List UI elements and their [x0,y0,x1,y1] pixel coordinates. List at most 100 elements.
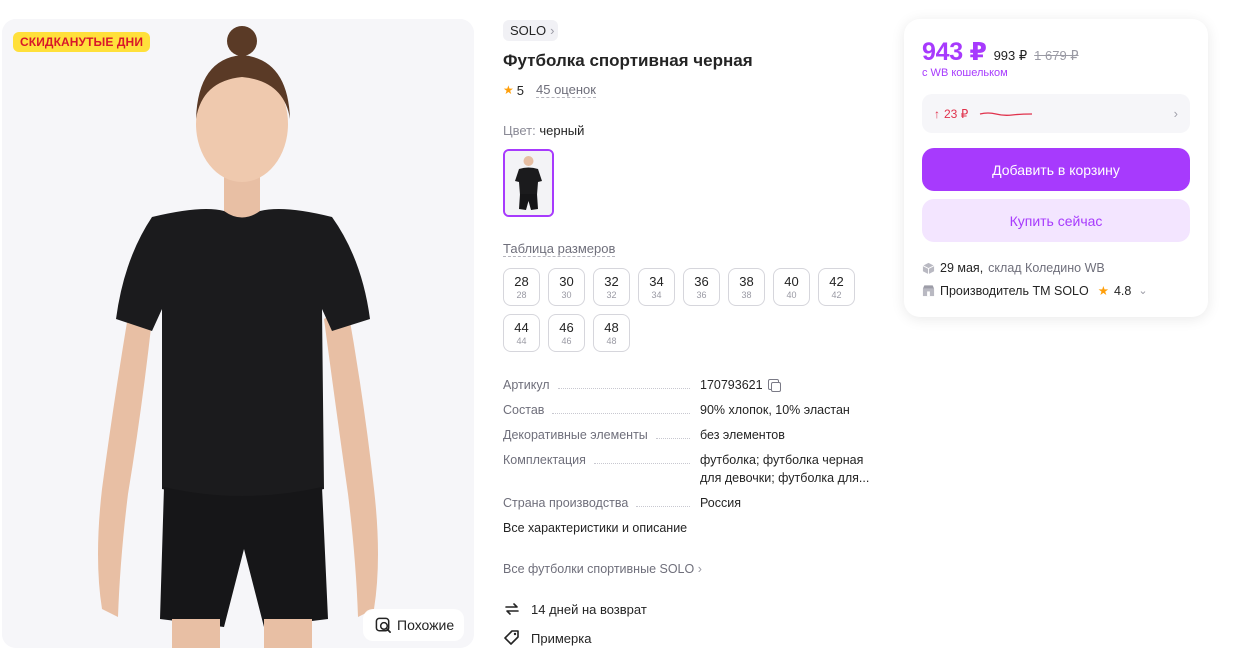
size-sublabel: 46 [561,335,572,346]
delivery-warehouse: склад Коледино WB [988,261,1105,275]
seller-info[interactable]: Производитель ТМ SOLO ★ 4.8 ⌄ [922,283,1148,298]
size-label: 40 [784,273,799,289]
delivery-info: 29 мая, склад Коледино WB [922,261,1105,275]
price-wallet: 943 ₽ [922,38,987,66]
size-option[interactable]: 48 48 [593,314,630,352]
price-up-icon: ↑ [934,106,940,121]
size-sublabel: 42 [831,289,842,300]
spec-value: Россия [700,496,741,510]
fitting-label: Примерка [531,630,592,646]
tag-icon [504,630,519,645]
size-option[interactable]: 38 38 [728,268,765,306]
chevron-down-icon: ⌄ [1138,285,1148,297]
size-sublabel: 36 [696,289,707,300]
seller-rating: 4.8 [1113,283,1132,298]
spec-value: 170793621 [700,378,763,392]
price-old: 1 679 ₽ [1034,48,1079,63]
size-label: 30 [559,273,574,289]
size-label: 46 [559,319,574,335]
wallet-note: с WB кошельком [922,67,1008,79]
fitting-option: Примерка [503,629,591,647]
size-sublabel: 30 [561,289,572,300]
color-label-prefix: Цвет: [503,123,536,138]
size-option[interactable]: 30 30 [548,268,585,306]
size-option[interactable]: 40 40 [773,268,810,306]
size-sublabel: 48 [606,335,617,346]
size-label: 28 [514,273,529,289]
size-option[interactable]: 46 46 [548,314,585,352]
copy-icon[interactable] [767,379,781,392]
size-label: 34 [649,273,664,289]
price-regular: 993 ₽ [993,48,1028,63]
product-photo[interactable] [2,19,474,648]
buy-now-button[interactable]: Купить сейчас [922,199,1190,242]
all-tshirts-link[interactable]: Все футболки спортивные SOLO › [503,562,702,576]
size-label: 32 [604,273,619,289]
size-label: 44 [514,319,529,335]
similar-button[interactable]: Похожие [363,609,465,641]
spec-row: Состав 90% хлопок, 10% эластан [503,401,883,419]
all-tshirts-label: Все футболки спортивные SOLO [503,562,695,576]
similar-label: Похожие [397,617,455,633]
product-rating: ★ 5 45 оценок [503,82,596,98]
price-history[interactable]: ↑ 23 ₽ › [922,94,1190,133]
size-option[interactable]: 28 28 [503,268,540,306]
spec-key: Артикул [503,378,550,392]
color-swatch-image [505,151,552,215]
spec-key: Состав [503,403,545,417]
star-icon: ★ [503,83,514,97]
seller-name: Производитель ТМ SOLO [940,283,1089,298]
return-policy: 14 дней на возврат [503,600,647,618]
purchase-card: 943 ₽ 993 ₽ 1 679 ₽ с WB кошельком ↑ 23 … [904,19,1208,317]
chevron-right-icon: › [550,23,555,38]
all-specs-link[interactable]: Все характеристики и описание [503,521,687,535]
spec-row: Декоративные элементы без элементов [503,426,883,444]
size-selector: 28 28 30 30 32 32 34 34 36 36 38 38 40 40 42 42 … [503,268,863,352]
brand-link[interactable]: SOLO › [503,20,559,41]
brand-name: SOLO [510,23,547,38]
color-label: Цвет: черный [503,123,584,138]
return-label: 14 дней на возврат [531,601,647,617]
size-option[interactable]: 32 32 [593,268,630,306]
rating-value: 5 [516,82,524,98]
size-option[interactable]: 42 42 [818,268,855,306]
star-icon: ★ [1097,284,1109,298]
price-change: 23 ₽ [944,106,969,121]
return-icon [505,603,519,615]
price-trend-icon [980,111,1033,116]
size-option[interactable]: 34 34 [638,268,675,306]
similar-search-icon [375,617,391,633]
specs-table: Артикул 170793621 Состав 90% хлопок, 10%… [503,376,883,519]
size-option[interactable]: 44 44 [503,314,540,352]
price-row: 943 ₽ 993 ₽ 1 679 ₽ [922,37,1079,67]
size-option[interactable]: 36 36 [683,268,720,306]
size-label: 38 [739,273,754,289]
size-sublabel: 32 [606,289,617,300]
product-title: Футболка спортивная черная [503,51,753,70]
size-label: 36 [694,273,709,289]
size-sublabel: 34 [651,289,662,300]
size-label: 48 [604,319,619,335]
spec-key: Страна производства [503,496,629,510]
size-sublabel: 44 [516,335,527,346]
add-to-cart-button[interactable]: Добавить в корзину [922,148,1190,191]
spec-row: Артикул 170793621 [503,376,883,394]
size-sublabel: 40 [786,289,797,300]
product-gallery[interactable]: СКИДКАНУТЫЕ ДНИ Похожие [2,19,474,648]
spec-value: 90% хлопок, 10% эластан [700,403,850,417]
size-sublabel: 28 [516,289,527,300]
spec-row: Комплектация футболка; футболка черная д… [503,451,883,487]
spec-key: Комплектация [503,453,586,467]
spec-value: футболка; футболка черная для девочки; ф… [700,453,870,485]
store-icon [922,285,935,297]
color-swatch-black[interactable] [503,149,554,217]
reviews-link[interactable]: 45 оценок [536,82,596,98]
spec-row: Страна производства Россия [503,494,883,512]
size-sublabel: 38 [741,289,752,300]
chevron-right-icon: › [1173,106,1178,121]
box-icon [922,262,935,274]
promo-badge: СКИДКАНУТЫЕ ДНИ [13,32,151,52]
color-value: черный [539,123,585,138]
size-label: 42 [829,273,844,289]
size-table-link[interactable]: Таблица размеров [503,241,616,257]
